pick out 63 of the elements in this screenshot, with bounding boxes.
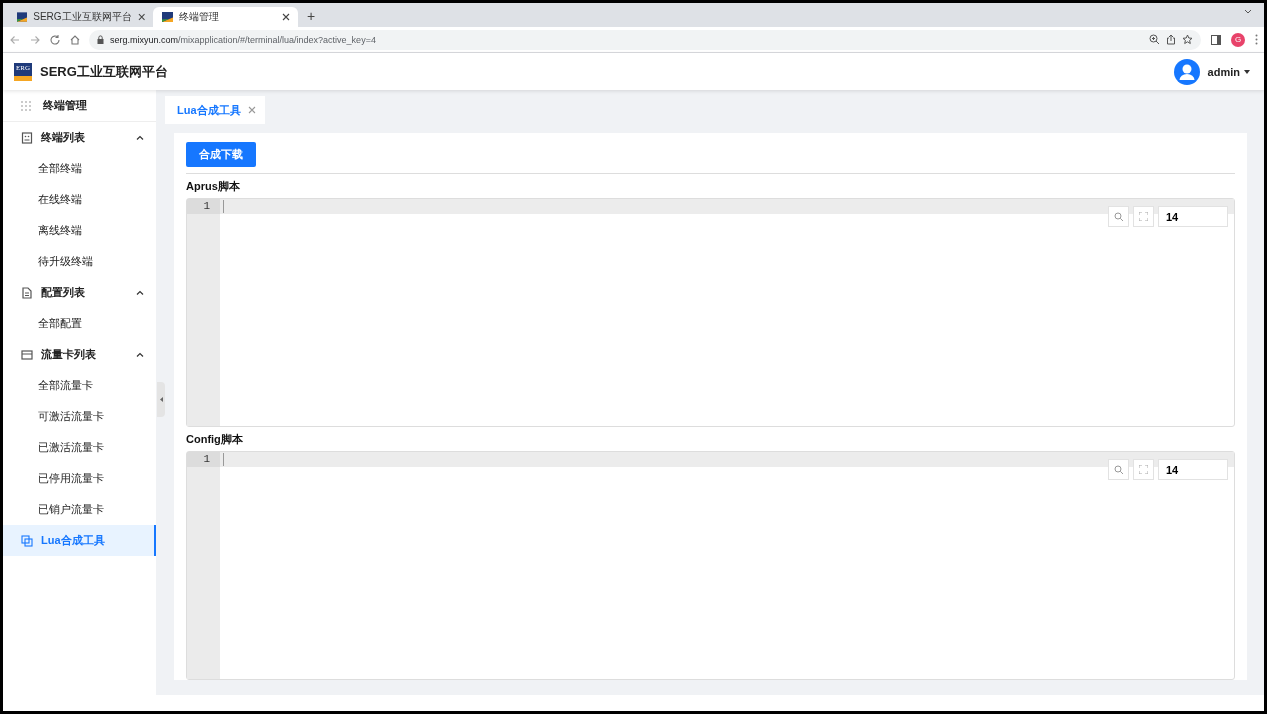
caret-down-icon[interactable] [1244,69,1250,74]
line-number: 1 [187,452,220,467]
home-icon[interactable] [69,33,81,46]
code-editor[interactable]: 1 14 [186,451,1235,680]
favicon-icon [17,12,28,22]
menu-item[interactable]: 已停用流量卡 [3,463,156,494]
search-icon [1113,211,1124,222]
grid-icon [21,100,31,111]
menu-item[interactable]: 全部流量卡 [3,370,156,401]
document-icon [21,286,33,299]
device-icon [21,131,33,144]
menu-item[interactable]: Lua合成工具 [3,525,156,556]
favicon-icon [162,12,173,22]
new-tab-button[interactable]: + [307,8,316,27]
browser-tab[interactable]: SERG工业互联网平台 [8,7,153,27]
expand-icon [1139,212,1148,221]
close-icon[interactable] [282,13,290,21]
side-panel-icon[interactable] [1211,34,1221,45]
back-icon[interactable] [9,33,21,46]
caret-left-icon [159,397,163,402]
card-icon [21,348,33,361]
avatar-icon[interactable] [1173,58,1200,85]
browser-tab[interactable]: 终端管理 [153,7,298,27]
more-icon[interactable] [1255,34,1258,45]
close-icon[interactable] [137,13,145,21]
page-tab[interactable]: Lua合成工具 [165,96,265,124]
font-size-field[interactable]: 14 [1158,459,1228,480]
text-cursor [223,200,224,213]
chevron-down-icon[interactable] [1244,9,1252,14]
font-size-field[interactable]: 14 [1158,206,1228,227]
menu-item[interactable]: 在线终端 [3,184,156,215]
app-title: SERG工业互联网平台 [40,62,169,81]
user-name[interactable]: admin [1207,65,1240,78]
download-button[interactable]: 合成下载 [186,142,256,167]
expand-icon [1139,465,1148,474]
sidebar-title: 终端管理 [43,98,87,113]
lock-icon [97,35,104,44]
menu-item[interactable]: 已激活流量卡 [3,432,156,463]
star-icon[interactable] [1182,34,1193,45]
menu-group[interactable]: 配置列表 [3,277,156,308]
text-cursor [223,453,224,466]
reload-icon[interactable] [49,33,61,46]
copy-icon [21,534,33,547]
search-button[interactable] [1108,206,1129,227]
profile-avatar[interactable]: G [1231,32,1245,47]
forward-icon[interactable] [29,33,41,46]
menu-item[interactable]: 离线终端 [3,215,156,246]
search-button[interactable] [1108,459,1129,480]
menu-item[interactable]: 全部终端 [3,153,156,184]
menu-item[interactable]: 已销户流量卡 [3,494,156,525]
line-number: 1 [187,199,220,214]
menu-item[interactable]: 可激活流量卡 [3,401,156,432]
code-editor[interactable]: 1 14 [186,198,1235,427]
menu-item[interactable]: 待升级终端 [3,246,156,277]
menu-group[interactable]: 终端列表 [3,122,156,153]
menu-item[interactable]: 全部配置 [3,308,156,339]
share-icon[interactable] [1166,34,1176,45]
collapse-handle[interactable] [157,382,165,417]
menu-group[interactable]: 流量卡列表 [3,339,156,370]
section-label: Config脚本 [186,431,244,447]
search-icon [1113,464,1124,475]
section-label: Aprus脚本 [186,178,241,194]
zoom-icon[interactable] [1149,34,1160,45]
